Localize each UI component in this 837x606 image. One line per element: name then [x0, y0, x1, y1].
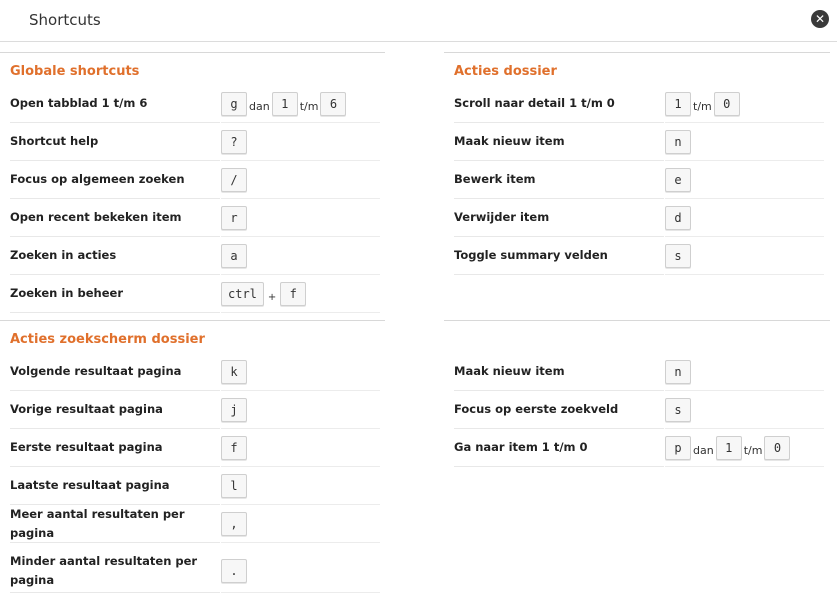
section-divider — [444, 320, 830, 321]
key-cap: j — [221, 397, 247, 422]
key-cap: a — [221, 243, 247, 268]
key-separator: t/m — [299, 100, 319, 113]
key-separator: t/m — [743, 444, 763, 457]
shortcut-keys: j — [221, 391, 380, 429]
key-cap: . — [221, 559, 247, 583]
section-divider — [444, 52, 830, 53]
shortcut-keys: s — [665, 391, 824, 429]
key-separator: t/m — [693, 100, 712, 113]
shortcut-keys: e — [665, 161, 824, 199]
shortcut-label: Open recent bekeken item — [10, 199, 220, 237]
key-separator: dan — [249, 100, 270, 113]
shortcut-label: Zoeken in acties — [10, 237, 220, 275]
shortcut-label: Maak nieuw item — [454, 123, 664, 161]
key-cap: p — [665, 435, 691, 460]
key-separator: dan — [693, 444, 714, 457]
shortcut-keys: d — [665, 199, 824, 237]
key-cap: e — [665, 167, 691, 192]
globale-heading: Globale shortcuts — [10, 64, 140, 79]
key-cap: n — [665, 129, 691, 154]
shortcut-label: Volgende resultaat pagina — [10, 353, 220, 391]
key-cap: 0 — [764, 435, 791, 460]
acties-dossier-heading: Acties dossier — [454, 64, 557, 79]
key-cap: 1 — [665, 91, 691, 116]
shortcut-label: Verwijder item — [454, 199, 664, 237]
key-cap: 1 — [715, 435, 742, 460]
shortcut-keys: f — [221, 429, 380, 467]
close-icon[interactable]: ✕ — [811, 10, 829, 28]
shortcut-keys: ? — [221, 123, 380, 161]
shortcut-label: Scroll naar detail 1 t/m 0 — [454, 85, 664, 123]
modal-title: Shortcuts — [29, 11, 101, 29]
key-cap: s — [665, 397, 691, 422]
key-cap: k — [221, 359, 247, 384]
modal-header: Shortcuts ✕ — [0, 0, 837, 42]
key-cap: , — [221, 511, 247, 536]
shortcut-label: Eerste resultaat pagina — [10, 429, 220, 467]
shortcut-label: Meer aantal resultaten per pagina — [10, 505, 220, 543]
shortcut-keys: s — [665, 237, 824, 275]
shortcut-label: Ga naar item 1 t/m 0 — [454, 429, 664, 467]
key-separator: + — [267, 292, 277, 303]
key-cap: f — [280, 281, 307, 306]
shortcut-label: Open tabblad 1 t/m 6 — [10, 85, 220, 123]
shortcut-keys: g dan 1 t/m 6 — [221, 85, 380, 123]
shortcut-label: Maak nieuw item — [454, 353, 664, 391]
shortcut-keys: n — [665, 123, 824, 161]
key-cap: s — [665, 243, 691, 268]
shortcut-label: Toggle summary velden — [454, 237, 664, 275]
key-cap: ctrl — [221, 281, 264, 306]
key-cap: 1 — [271, 91, 298, 116]
key-cap: f — [221, 435, 247, 460]
shortcut-keys: r — [221, 199, 380, 237]
key-cap: 6 — [320, 91, 347, 116]
shortcut-label: Laatste resultaat pagina — [10, 467, 220, 505]
shortcut-keys: p dan 1 t/m 0 — [665, 429, 824, 467]
zoekscherm-heading: Acties zoekscherm dossier — [10, 332, 205, 347]
shortcut-label: Focus op eerste zoekveld — [454, 391, 664, 429]
shortcut-label: Shortcut help — [10, 123, 220, 161]
shortcut-label: Minder aantal resultaten per pagina — [10, 550, 220, 593]
shortcut-keys: 1 t/m 0 — [665, 85, 824, 123]
shortcut-label: Zoeken in beheer — [10, 275, 220, 313]
section-divider — [0, 52, 385, 53]
shortcut-label: Focus op algemeen zoeken — [10, 161, 220, 199]
key-cap: d — [665, 205, 691, 230]
shortcut-keys: n — [665, 353, 824, 391]
shortcut-keys: k — [221, 353, 380, 391]
shortcut-keys: ctrl + f — [221, 275, 380, 313]
shortcut-keys: . — [221, 550, 380, 593]
key-cap: l — [221, 473, 247, 498]
shortcut-keys: a — [221, 237, 380, 275]
shortcut-keys: , — [221, 505, 380, 543]
shortcut-keys: l — [221, 467, 380, 505]
key-cap: n — [665, 359, 691, 384]
shortcut-label: Bewerk item — [454, 161, 664, 199]
key-cap: / — [221, 167, 247, 192]
key-cap: r — [221, 205, 247, 230]
shortcut-label: Vorige resultaat pagina — [10, 391, 220, 429]
key-cap: ? — [221, 129, 247, 154]
section-divider — [0, 320, 385, 321]
shortcut-keys: / — [221, 161, 380, 199]
key-cap: g — [221, 91, 247, 116]
key-cap: 0 — [713, 91, 740, 116]
